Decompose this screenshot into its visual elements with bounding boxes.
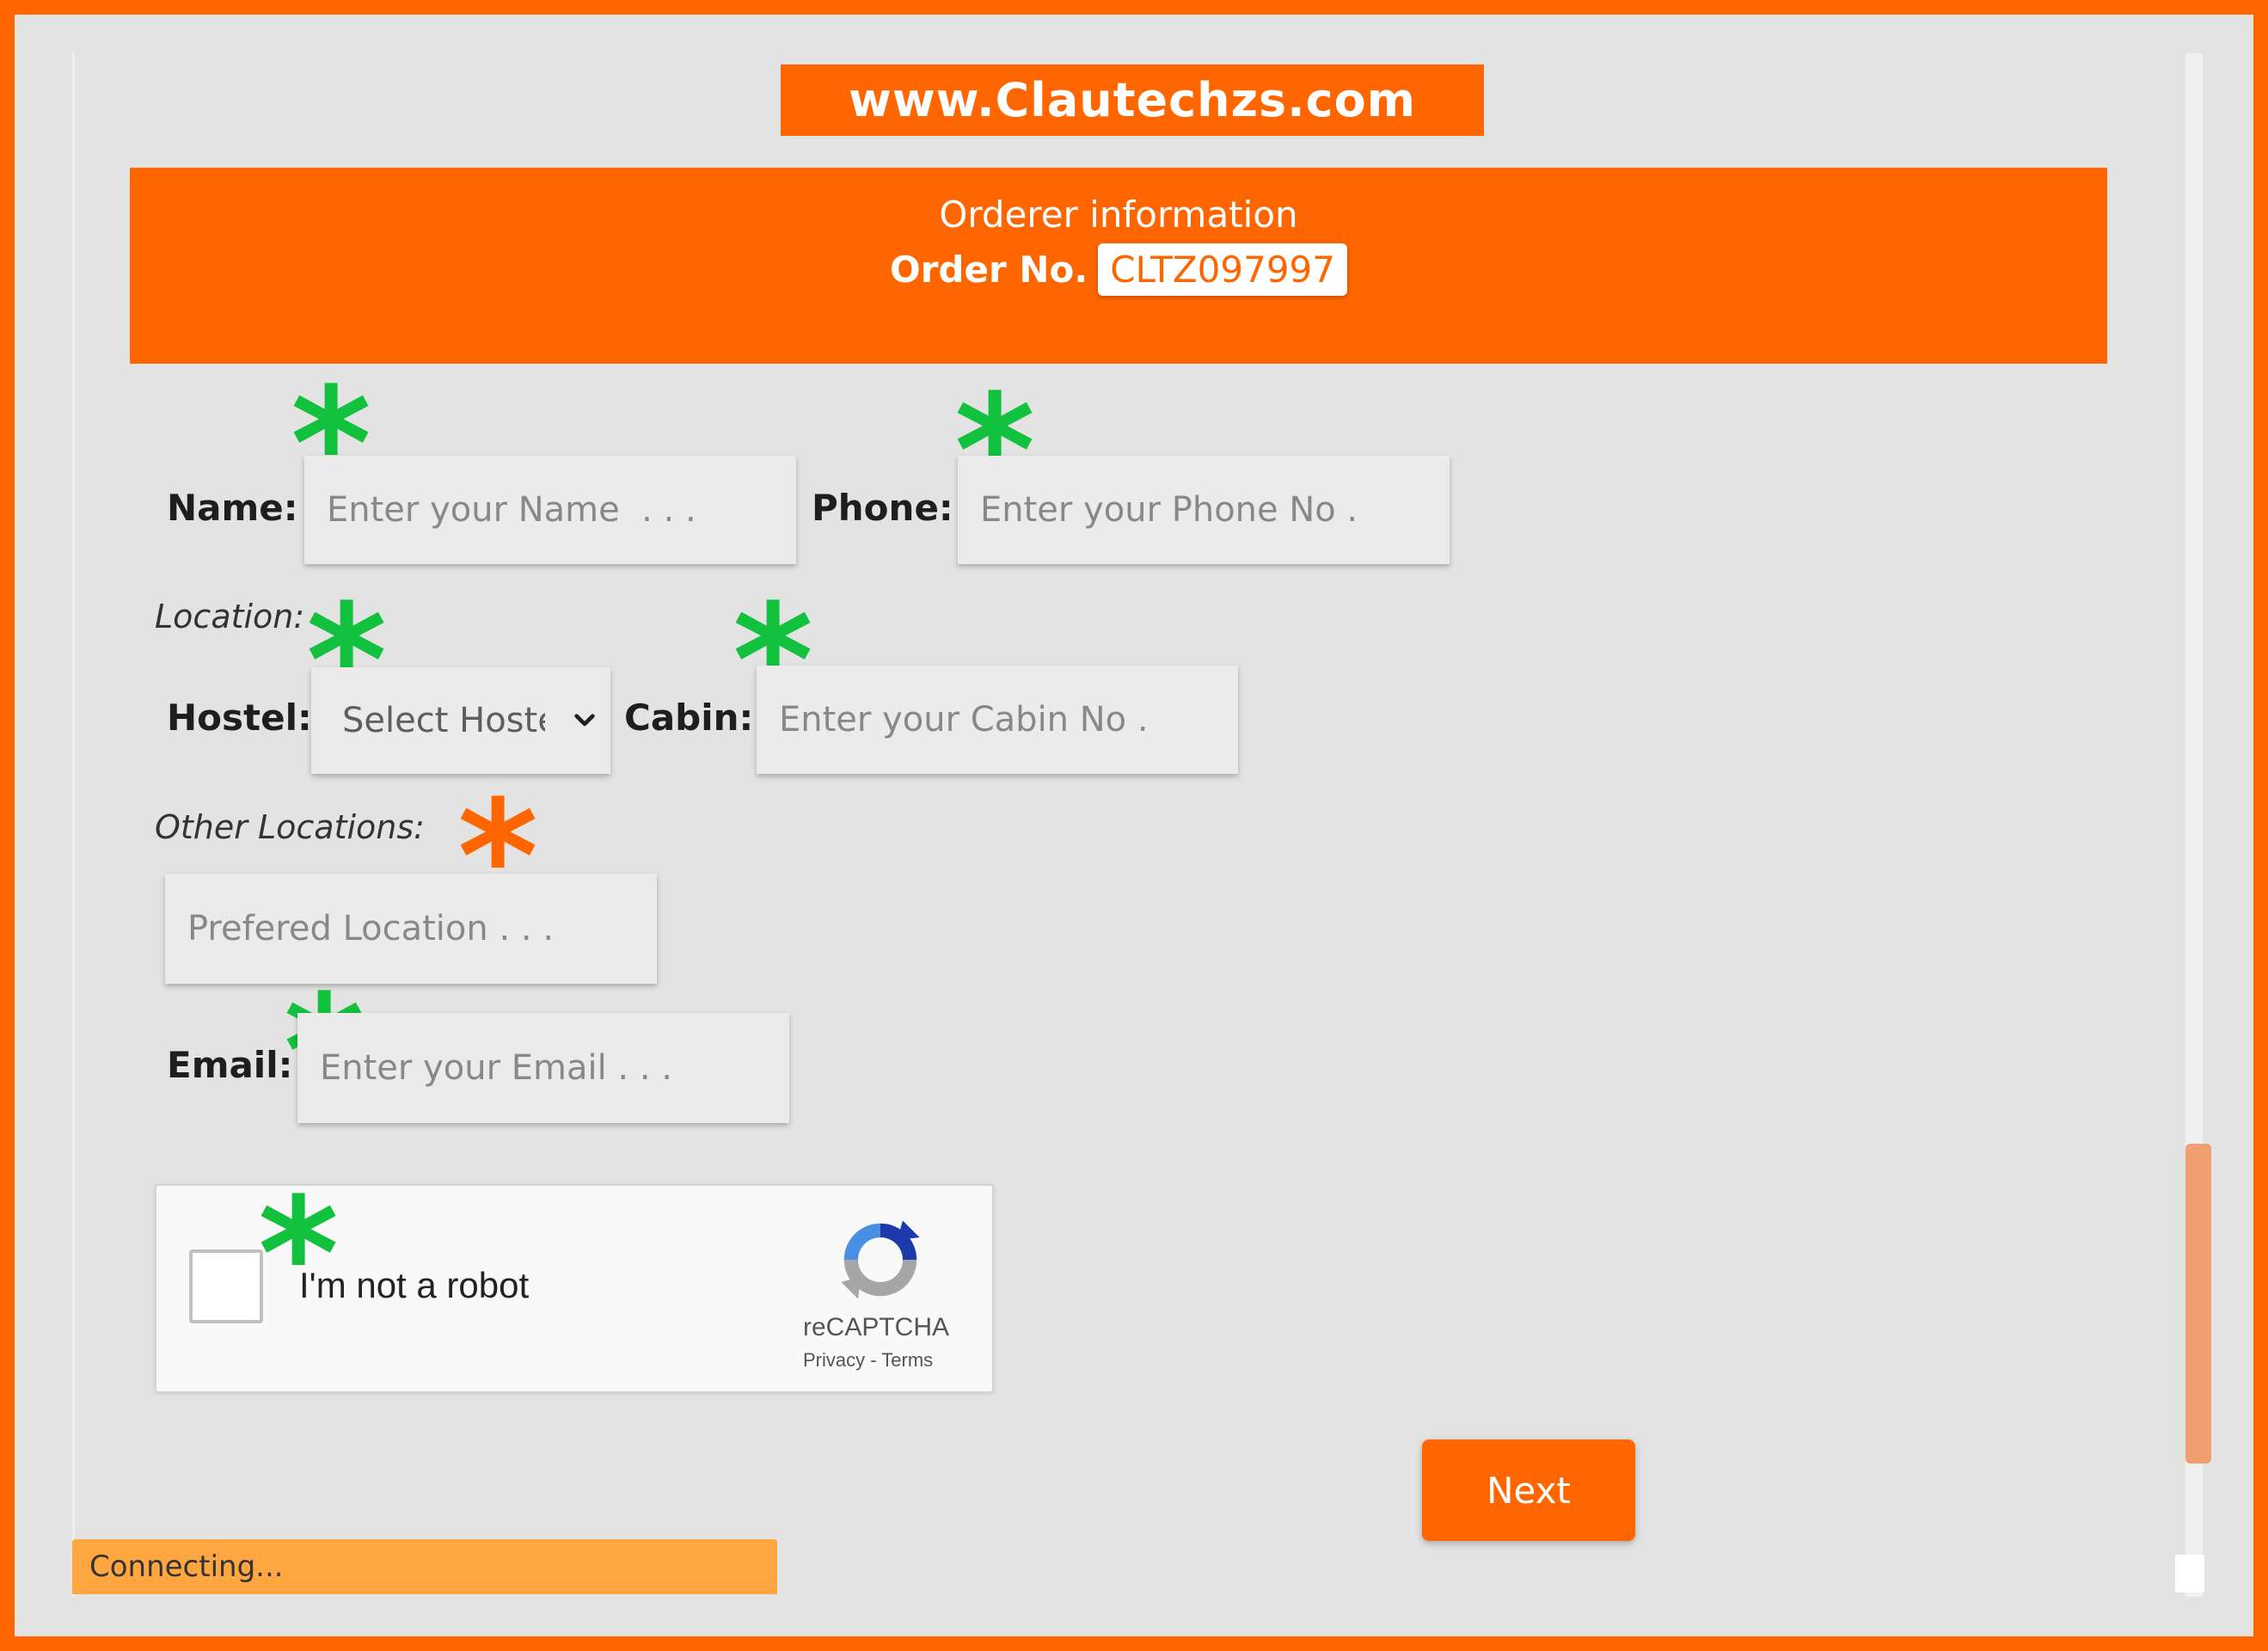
order-number-label: Order No. xyxy=(890,249,1088,291)
recaptcha-brand: reCAPTCHA xyxy=(803,1313,950,1341)
phone-label: Phone: xyxy=(812,487,953,529)
site-banner: www.Clautechzs.com xyxy=(781,64,1484,136)
scrollbar-thumb[interactable] xyxy=(2185,1144,2211,1464)
name-label: Name: xyxy=(167,487,298,529)
email-input[interactable] xyxy=(297,1013,789,1123)
preferred-location-input[interactable] xyxy=(165,874,657,984)
order-number-row: Order No. CLTZ097997 xyxy=(130,243,2107,296)
email-label: Email: xyxy=(167,1044,293,1086)
hostel-select[interactable]: Select Hostel xyxy=(311,667,610,774)
name-input[interactable] xyxy=(304,456,796,564)
orderer-header: Orderer information Order No. CLTZ097997 xyxy=(130,168,2107,364)
location-label: Location: xyxy=(155,598,305,635)
recaptcha-links[interactable]: Privacy - Terms xyxy=(803,1349,933,1372)
hostel-label: Hostel: xyxy=(167,697,312,739)
cabin-input[interactable] xyxy=(757,666,1238,774)
next-button[interactable]: Next xyxy=(1422,1439,1635,1541)
phone-input[interactable] xyxy=(958,456,1450,564)
chevron-down-icon xyxy=(574,714,595,727)
order-number-value: CLTZ097997 xyxy=(1098,243,1347,296)
header-title: Orderer information xyxy=(939,193,1298,236)
hostel-select-value: Select Hostel xyxy=(342,701,545,740)
required-marker-captcha: * xyxy=(258,1165,340,1345)
status-bar: Connecting... xyxy=(72,1539,777,1594)
scroll-corner xyxy=(2175,1555,2204,1593)
recaptcha-checkbox[interactable] xyxy=(189,1249,263,1323)
recaptcha-logo-icon xyxy=(841,1220,920,1299)
cabin-label: Cabin: xyxy=(624,697,754,739)
other-locations-label: Other Locations: xyxy=(155,808,425,846)
